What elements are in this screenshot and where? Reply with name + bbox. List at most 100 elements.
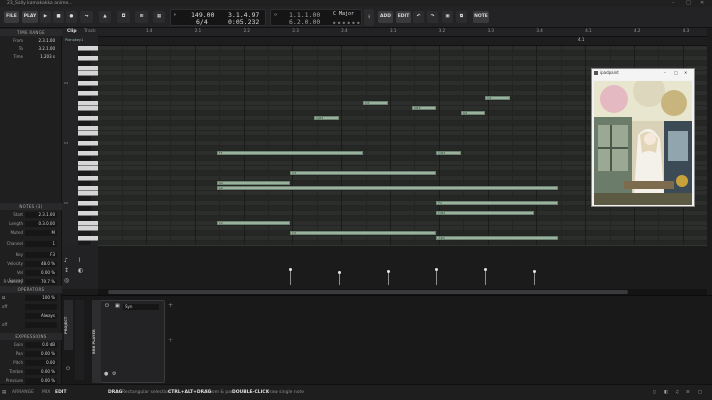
- maximize-icon[interactable]: □: [686, 0, 691, 7]
- tab-edit[interactable]: EDIT: [55, 385, 67, 400]
- velocity-stem[interactable]: [436, 270, 438, 285]
- pitch-row[interactable]: Pitch 0.00: [0, 359, 62, 367]
- midi-note[interactable]: D#3: [436, 151, 461, 155]
- tab-clip[interactable]: Clip: [67, 29, 77, 34]
- gain-row[interactable]: Gain 0.0 dB: [0, 341, 62, 349]
- to-row[interactable]: To 3.2.1.00: [0, 45, 62, 53]
- scrollbar-thumb[interactable]: [108, 290, 628, 294]
- device-title-strip[interactable]: BRB PLAYER: [92, 300, 101, 383]
- edit-button[interactable]: EDIT: [396, 11, 411, 23]
- midi-note[interactable]: G2: [216, 181, 290, 185]
- velocity-stem[interactable]: [485, 270, 487, 285]
- pitch-icon[interactable]: ↕: [64, 267, 69, 274]
- velocity-row[interactable]: Velocity 48.0 %: [0, 260, 62, 268]
- snap-icon[interactable]: ⧉: [456, 11, 467, 23]
- tab-track[interactable]: Track: [84, 29, 96, 34]
- midi-note[interactable]: D#2: [436, 211, 534, 215]
- vel-spread-row[interactable]: Vel Spread 0.00 %: [0, 269, 62, 283]
- file-button[interactable]: FILE: [4, 11, 19, 23]
- operator-chance[interactable]: ⚄ 100 %: [0, 294, 62, 302]
- r-velocity-row[interactable]: R-Velocity 70.7 %: [0, 278, 62, 286]
- velocity-icon[interactable]: ♪: [64, 257, 68, 264]
- note-button[interactable]: NOTE: [473, 11, 489, 23]
- close-icon[interactable]: ✕: [700, 0, 704, 7]
- record-icon[interactable]: ●: [66, 11, 77, 23]
- midi-note[interactable]: F3: [216, 151, 364, 155]
- add-device-bottom-icon[interactable]: +: [168, 337, 173, 344]
- midi-note[interactable]: C2: [216, 221, 290, 225]
- muted-row[interactable]: Muted M: [0, 229, 62, 237]
- gain-icon[interactable]: ◎: [64, 277, 69, 284]
- mixer-toggle-icon[interactable]: ≡: [686, 385, 690, 400]
- from-row[interactable]: From 2.3.1.00: [0, 37, 62, 45]
- velocity-lane[interactable]: [98, 245, 707, 289]
- operator-repeat[interactable]: off: [0, 303, 62, 311]
- channel-row[interactable]: Channel 1: [0, 240, 62, 248]
- start-row[interactable]: Start 2.3.1.00: [0, 211, 62, 219]
- midi-note[interactable]: A2: [216, 186, 559, 190]
- velocity-handle[interactable]: [484, 268, 488, 272]
- minimize-icon[interactable]: –: [672, 0, 675, 7]
- device-settings-icon[interactable]: ⚙: [112, 371, 116, 377]
- midi-note[interactable]: D3: [363, 101, 388, 105]
- device-power-icon[interactable]: ⏻: [66, 366, 70, 372]
- midi-note[interactable]: G#3: [314, 116, 339, 120]
- midi-note[interactable]: A#1: [436, 236, 559, 240]
- key-row[interactable]: Key F3: [0, 251, 62, 259]
- midi-note[interactable]: A#3: [412, 106, 437, 110]
- tempo-position-display[interactable]: ⏵ 149.00 6/4 3.1.4.97 0:05.232: [170, 9, 266, 26]
- device-expand-icon[interactable]: ▣: [115, 303, 120, 309]
- image-window-titlebar[interactable]: ipadpaint – □ ✕: [592, 69, 694, 80]
- device-record-icon[interactable]: ●: [104, 371, 108, 377]
- panel-toggle-icon[interactable]: ▯: [653, 385, 655, 400]
- velocity-stem[interactable]: [290, 269, 291, 285]
- close-icon[interactable]: ✕: [684, 70, 687, 75]
- undo-icon[interactable]: ↶: [413, 11, 424, 23]
- midi-note[interactable]: C2: [290, 231, 437, 235]
- velocity-handle[interactable]: [289, 267, 292, 271]
- tab-device[interactable]: [75, 300, 84, 380]
- metronome-icon[interactable]: ▲: [99, 11, 111, 23]
- timbre-icon[interactable]: ⌇: [78, 257, 81, 264]
- notes-toggle-icon[interactable]: ♫: [675, 385, 679, 400]
- midi-note[interactable]: F2: [436, 201, 559, 205]
- device-power-toggle-icon[interactable]: ⏻: [105, 303, 109, 309]
- piano-keyboard[interactable]: C4 C3 C2: [62, 46, 98, 245]
- capture-icon[interactable]: ▣: [442, 11, 453, 23]
- tab-project[interactable]: PROJECT: [64, 300, 73, 350]
- redo-icon[interactable]: ↷: [427, 11, 438, 23]
- fullscreen-icon[interactable]: ▢: [698, 385, 702, 400]
- play-button[interactable]: PLAY: [22, 11, 38, 23]
- tab-mix[interactable]: MIX: [42, 385, 50, 400]
- tab-arrange[interactable]: ARRANGE: [12, 385, 34, 400]
- device-preset-field[interactable]: Syn: [123, 304, 159, 310]
- velocity-handle[interactable]: [435, 268, 439, 272]
- velocity-handle[interactable]: [533, 270, 536, 274]
- device-card[interactable]: BRB PLAYER ⏻ ▣ Syn ● ⚙: [92, 300, 165, 383]
- loop-display[interactable]: ⟳ 1.1.1.00 6.2.0.00 C Major ● ● ● ● ● ●: [270, 9, 362, 26]
- velocity-handle[interactable]: [386, 269, 390, 273]
- timbre-row[interactable]: Timbre 0.00 %: [0, 368, 62, 376]
- length-row[interactable]: Length 0.3.0.00: [0, 220, 62, 228]
- add-track-icon[interactable]: ⊞: [135, 11, 148, 23]
- stop-icon[interactable]: ■: [53, 11, 64, 23]
- midi-note[interactable]: C4: [485, 96, 510, 100]
- midi-note[interactable]: G3: [460, 111, 486, 115]
- sidebar-toggle-icon[interactable]: ◧: [664, 385, 668, 400]
- velocity-stem[interactable]: [387, 271, 389, 285]
- layout-icon[interactable]: ▤: [2, 385, 6, 400]
- pan-row[interactable]: Pan 0.00 %: [0, 350, 62, 358]
- add-device-icon[interactable]: +: [168, 302, 173, 309]
- velocity-handle[interactable]: [337, 270, 341, 274]
- operator-recurrence[interactable]: off: [0, 321, 62, 329]
- operator-condition[interactable]: Always: [0, 312, 62, 320]
- clip-end-marker[interactable]: 4.1: [578, 37, 584, 42]
- settings-icon[interactable]: ⋮: [364, 9, 374, 26]
- clip-ruler[interactable]: 4.1: [98, 37, 707, 46]
- grid-icon[interactable]: ▦: [153, 11, 165, 23]
- velocity-stem[interactable]: [534, 272, 535, 285]
- maximize-icon[interactable]: □: [674, 70, 678, 75]
- velocity-stem[interactable]: [338, 272, 340, 285]
- gamepad-icon[interactable]: ◘: [117, 11, 130, 23]
- pan-icon[interactable]: ◐: [78, 267, 83, 274]
